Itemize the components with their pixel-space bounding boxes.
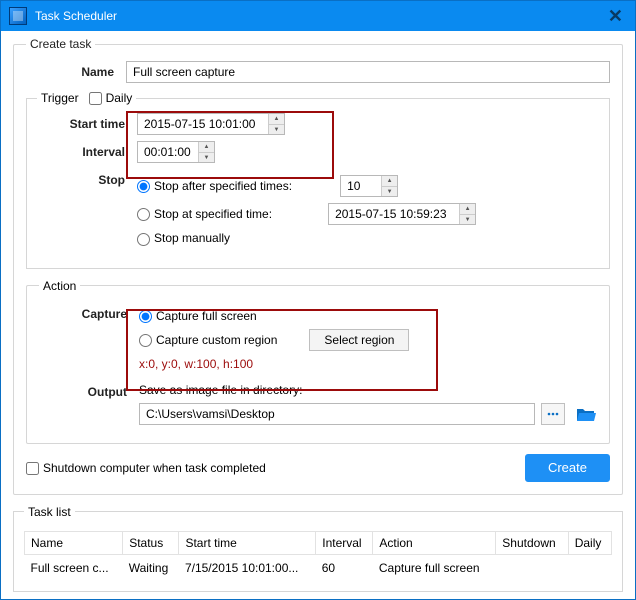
app-icon <box>9 7 27 25</box>
task-list-group: Task list Name Status Start time Interva… <box>13 505 623 592</box>
interval-input[interactable]: ▲▼ <box>137 141 215 163</box>
output-label: Output <box>39 383 139 399</box>
name-input[interactable] <box>126 61 610 83</box>
task-list-legend: Task list <box>24 505 75 519</box>
interval-label: Interval <box>37 145 137 159</box>
create-task-legend: Create task <box>26 37 95 51</box>
select-region-button[interactable]: Select region <box>309 329 409 351</box>
table-row[interactable]: Full screen c... Waiting 7/15/2015 10:01… <box>25 554 612 581</box>
create-task-group: Create task Name Trigger Daily Start tim… <box>13 37 623 495</box>
task-table: Name Status Start time Interval Action S… <box>24 531 612 581</box>
stop-at-value[interactable]: ▲▼ <box>328 203 476 225</box>
output-path-input[interactable] <box>139 403 535 425</box>
region-readout: x:0, y:0, w:100, h:100 <box>139 357 253 371</box>
trigger-group: Trigger Daily Start time ▲▼ Interval ▲▼ <box>26 91 610 269</box>
col-start[interactable]: Start time <box>179 531 316 554</box>
titlebar: Task Scheduler ✕ <box>1 1 635 31</box>
start-time-spinner[interactable]: ▲▼ <box>268 114 284 134</box>
capture-custom-radio-label[interactable]: Capture custom region <box>139 333 277 347</box>
capture-full-radio-label[interactable]: Capture full screen <box>139 309 257 323</box>
action-legend: Action <box>39 279 80 293</box>
capture-full-radio[interactable] <box>139 310 152 323</box>
stop-manual-radio-label[interactable]: Stop manually <box>137 231 230 245</box>
stop-after-radio-label[interactable]: Stop after specified times: <box>137 179 292 193</box>
ellipsis-icon <box>546 409 560 419</box>
window-title: Task Scheduler <box>35 9 117 23</box>
window-body: Create task Name Trigger Daily Start tim… <box>1 31 635 599</box>
col-status[interactable]: Status <box>123 531 179 554</box>
trigger-legend: Trigger Daily <box>37 91 136 105</box>
col-daily[interactable]: Daily <box>568 531 611 554</box>
action-group: Action Capture Capture full screen Captu… <box>26 279 610 444</box>
capture-label: Capture <box>39 303 139 321</box>
create-button[interactable]: Create <box>525 454 610 482</box>
shutdown-checkbox-label[interactable]: Shutdown computer when task completed <box>26 461 266 475</box>
stop-manual-radio[interactable] <box>137 233 150 246</box>
col-shutdown[interactable]: Shutdown <box>496 531 568 554</box>
col-name[interactable]: Name <box>25 531 123 554</box>
col-interval[interactable]: Interval <box>316 531 373 554</box>
open-folder-button[interactable] <box>575 403 597 425</box>
col-action[interactable]: Action <box>373 531 496 554</box>
stop-after-value[interactable]: ▲▼ <box>340 175 398 197</box>
browse-button[interactable] <box>541 403 565 425</box>
output-desc: Save as image file in directory: <box>139 383 597 397</box>
stop-at-radio-label[interactable]: Stop at specified time: <box>137 207 272 221</box>
daily-checkbox-label[interactable]: Daily <box>89 91 133 105</box>
close-icon[interactable]: ✕ <box>604 6 627 27</box>
shutdown-checkbox[interactable] <box>26 462 39 475</box>
capture-custom-radio[interactable] <box>139 334 152 347</box>
stop-at-radio[interactable] <box>137 208 150 221</box>
stop-after-radio[interactable] <box>137 180 150 193</box>
name-label: Name <box>26 65 126 79</box>
start-time-label: Start time <box>37 117 137 131</box>
stop-label: Stop <box>37 169 137 187</box>
interval-spinner[interactable]: ▲▼ <box>198 142 214 162</box>
daily-checkbox[interactable] <box>89 92 102 105</box>
folder-icon <box>576 406 596 422</box>
start-time-input[interactable]: ▲▼ <box>137 113 285 135</box>
window: Task Scheduler ✕ Create task Name Trigge… <box>0 0 636 600</box>
